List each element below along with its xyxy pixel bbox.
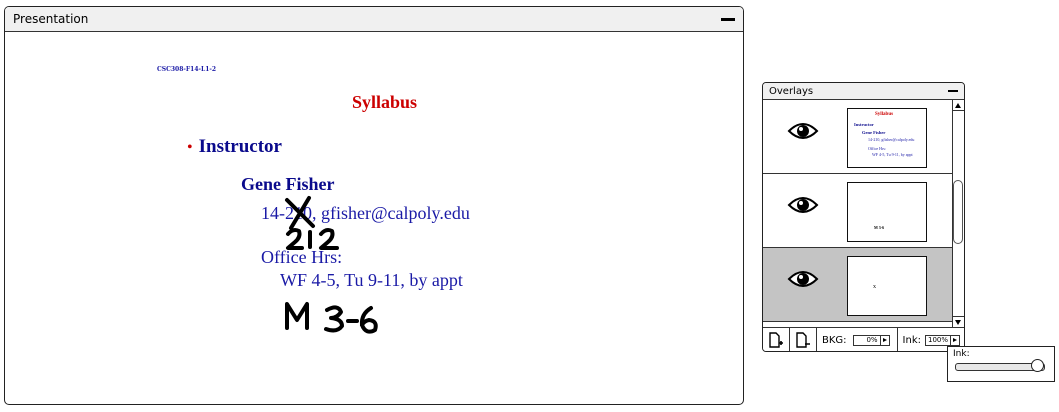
slide-bullet: • Instructor <box>187 136 282 158</box>
scroll-down-button[interactable] <box>953 316 964 327</box>
minimize-icon[interactable] <box>721 14 735 24</box>
add-overlay-button[interactable] <box>763 328 790 351</box>
overlays-title: Overlays <box>769 85 814 97</box>
slide-title: Syllabus <box>352 92 418 112</box>
overlays-titlebar[interactable]: Overlays <box>763 83 964 100</box>
thumb-hours-label: Office Hrs: <box>868 146 887 151</box>
office-hours-label: Office Hrs: <box>261 247 343 267</box>
presentation-window: Presentation CSC308-F14-L1-2 Syllabus • I… <box>4 6 744 405</box>
eye-icon[interactable] <box>787 194 819 216</box>
scroll-thumb[interactable] <box>953 180 963 244</box>
overlay-row-selected[interactable]: x <box>763 248 952 322</box>
thumb-office: 14-210, gfisher@calpoly.edu <box>868 137 915 142</box>
bkg-label: BKG: <box>822 334 847 346</box>
arrow-up-icon <box>955 103 961 108</box>
slide-code: CSC308-F14-L1-2 <box>157 66 217 73</box>
ink-arrow-button[interactable] <box>951 334 960 346</box>
scroll-up-button[interactable] <box>953 100 964 111</box>
thumb-bullet: Instructor <box>854 122 874 127</box>
overlays-panel: Overlays Syllabus Instructor Gene Fisher… <box>762 82 965 352</box>
thumb-name: Gene Fisher <box>862 130 886 135</box>
slide-canvas[interactable]: CSC308-F14-L1-2 Syllabus • Instructor Gen… <box>5 32 743 404</box>
ink-slider-knob[interactable] <box>1031 359 1044 372</box>
bkg-arrow-button[interactable] <box>880 334 890 346</box>
bullet-dot-icon: • <box>187 139 193 156</box>
overlay-thumbnail[interactable]: x <box>847 256 927 316</box>
overlay-list: Syllabus Instructor Gene Fisher 14-210, … <box>763 100 952 327</box>
overlay-thumbnail[interactable]: Syllabus Instructor Gene Fisher 14-210, … <box>847 108 927 168</box>
toolbar-divider <box>896 328 898 351</box>
ink-label: Ink: <box>902 334 921 346</box>
office-email: , gfisher@calpoly.edu <box>312 203 470 223</box>
ink-added-hours <box>285 302 378 334</box>
arrow-down-icon <box>955 320 961 325</box>
ink-opacity-popup: Ink: <box>947 346 1055 382</box>
thumb-ink: M 3-6 <box>874 225 885 230</box>
instructor-name: Gene Fisher <box>241 174 335 194</box>
thumb-hours: WF 4-5, Tu 9-11, by appt <box>872 152 913 157</box>
presentation-title: Presentation <box>13 12 89 26</box>
overlay-toolbar: BKG: 0% Ink: 100% <box>763 327 964 351</box>
delete-page-icon <box>796 332 810 348</box>
overlay-row[interactable]: Syllabus Instructor Gene Fisher 14-210, … <box>763 100 952 174</box>
minimize-icon[interactable] <box>948 86 958 96</box>
overlay-thumbnail[interactable]: M 3-6 <box>847 182 927 242</box>
thumb-title: Syllabus <box>875 112 894 117</box>
office-prefix: 14-2 <box>261 203 294 223</box>
ink-popup-label: Ink: <box>953 349 970 359</box>
office-line: 14-210, gfisher@calpoly.edu <box>261 203 470 224</box>
eye-icon[interactable] <box>787 268 819 290</box>
ink-correction <box>286 228 339 250</box>
office-hours: WF 4-5, Tu 9-11, by appt <box>280 270 463 290</box>
office-struck: 10 <box>294 203 312 223</box>
remove-overlay-button[interactable] <box>790 328 817 351</box>
overlay-row[interactable]: M 3-6 <box>763 174 952 248</box>
ink-value[interactable]: 100% <box>925 334 951 346</box>
presentation-titlebar[interactable]: Presentation <box>5 7 743 32</box>
bkg-value[interactable]: 0% <box>852 334 881 346</box>
thumb-ink: x <box>873 284 876 290</box>
bullet-text: Instructor <box>198 136 282 157</box>
overlay-scrollbar[interactable] <box>952 100 964 327</box>
eye-icon[interactable] <box>787 120 819 142</box>
new-page-icon <box>769 332 783 348</box>
